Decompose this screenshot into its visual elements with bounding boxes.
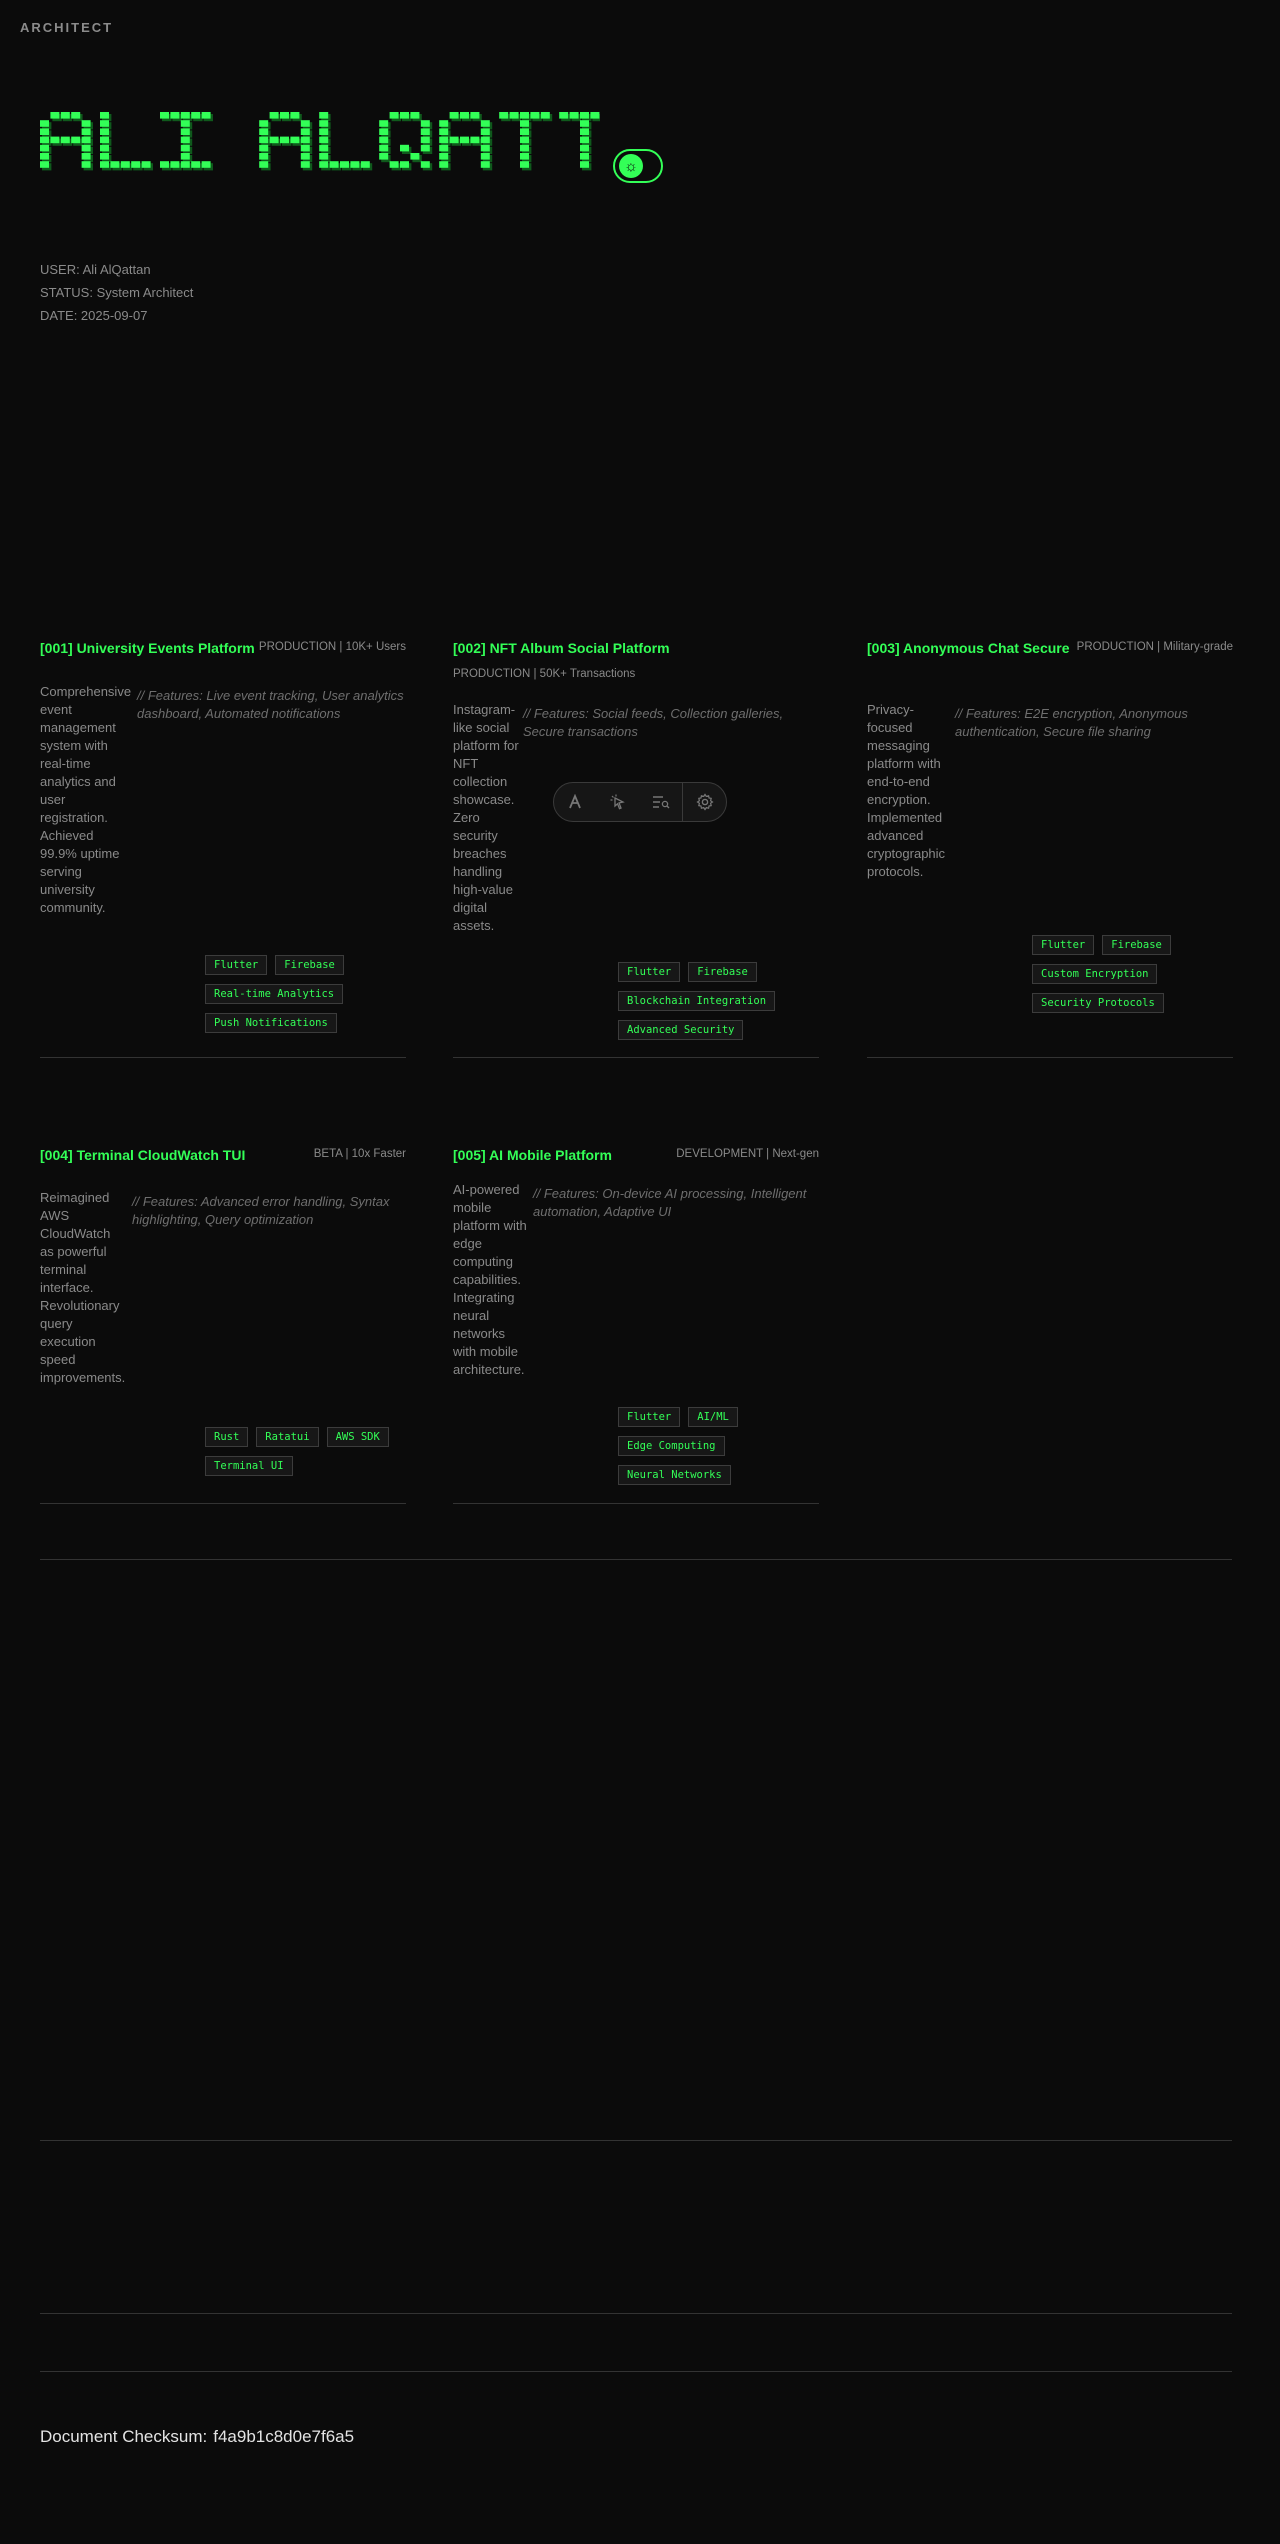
brand-label: ARCHITECT bbox=[20, 20, 114, 35]
tag: Neural Networks bbox=[618, 1465, 731, 1485]
card-divider bbox=[453, 1503, 819, 1504]
project-status: BETA | 10x Faster bbox=[313, 1148, 406, 1160]
tag: Advanced Security bbox=[618, 1020, 744, 1040]
project-status: PRODUCTION | 50K+ Transactions bbox=[453, 668, 636, 680]
project-description: Reimagined AWS CloudWatch as powerful te… bbox=[40, 1190, 126, 1385]
project-card-004: [004] Terminal CloudWatch TUI BETA | 10x… bbox=[40, 1147, 406, 1507]
project-status: PRODUCTION | 10K+ Users bbox=[258, 641, 406, 653]
document-checksum: Document Checksum: f4a9b1c8d0e7f6a5 bbox=[40, 2427, 354, 2447]
project-title[interactable]: [003] Anonymous Chat Secure bbox=[867, 640, 1070, 656]
tag: Real-time Analytics bbox=[205, 984, 344, 1004]
card-divider bbox=[867, 1057, 1233, 1058]
meta-block: USER: Ali AlQattan STATUS: System Archit… bbox=[40, 258, 193, 327]
settings-gear-icon[interactable] bbox=[683, 783, 726, 821]
checksum-value: f4a9b1c8d0e7f6a5 bbox=[213, 2427, 355, 2446]
project-status: PRODUCTION | Military-grade bbox=[1076, 641, 1233, 653]
project-card-003: [003] Anonymous Chat Secure PRODUCTION |… bbox=[867, 640, 1233, 1060]
project-description: Privacy-focused messaging platform with … bbox=[867, 702, 946, 879]
hero-title bbox=[40, 112, 600, 174]
card-divider bbox=[40, 1057, 406, 1058]
project-tags: Flutter Firebase Real-time Analytics Pus… bbox=[205, 955, 405, 1033]
tag: AWS SDK bbox=[326, 1427, 389, 1447]
tag: AI/ML bbox=[688, 1407, 738, 1427]
project-title[interactable]: [005] AI Mobile Platform bbox=[453, 1147, 612, 1163]
tag: Flutter bbox=[205, 955, 268, 975]
tag: Firebase bbox=[1102, 935, 1171, 955]
tag: Ratatui bbox=[256, 1427, 319, 1447]
tag: Flutter bbox=[618, 962, 681, 982]
project-title[interactable]: [001] University Events Platform bbox=[40, 640, 255, 656]
meta-date: DATE: 2025-09-07 bbox=[40, 308, 148, 323]
inspect-list-icon[interactable] bbox=[640, 783, 683, 821]
project-description: Comprehensive event management system wi… bbox=[40, 684, 132, 915]
project-features: // Features: Social feeds, Collection ga… bbox=[523, 706, 784, 739]
project-features: // Features: Live event tracking, User a… bbox=[137, 688, 404, 721]
tag: Firebase bbox=[688, 962, 757, 982]
project-status: DEVELOPMENT | Next-gen bbox=[676, 1148, 819, 1160]
project-features: // Features: On-device AI processing, In… bbox=[533, 1186, 807, 1219]
tag: Firebase bbox=[275, 955, 344, 975]
section-divider bbox=[40, 2140, 1232, 2141]
cursor-select-icon[interactable] bbox=[597, 783, 640, 821]
project-title[interactable]: [002] NFT Album Social Platform bbox=[453, 640, 670, 656]
project-tags: Flutter Firebase Blockchain Integration … bbox=[618, 962, 808, 1040]
tag: Edge Computing bbox=[618, 1436, 725, 1456]
project-tags: Flutter Firebase Custom Encryption Secur… bbox=[1032, 935, 1222, 1013]
logo-icon[interactable] bbox=[554, 783, 597, 821]
section-divider bbox=[40, 2371, 1232, 2372]
project-title[interactable]: [004] Terminal CloudWatch TUI bbox=[40, 1147, 245, 1163]
section-divider bbox=[40, 1559, 1232, 1560]
tag: Rust bbox=[205, 1427, 249, 1447]
project-card-001: [001] University Events Platform PRODUCT… bbox=[40, 640, 406, 1060]
card-divider bbox=[453, 1057, 819, 1058]
project-tags: Flutter AI/ML Edge Computing Neural Netw… bbox=[618, 1407, 808, 1485]
floating-toolbar bbox=[553, 782, 727, 822]
card-divider bbox=[40, 1503, 406, 1504]
section-divider bbox=[40, 2313, 1232, 2314]
meta-user: USER: Ali AlQattan bbox=[40, 262, 151, 277]
tag: Push Notifications bbox=[205, 1013, 337, 1033]
tag: Flutter bbox=[618, 1407, 681, 1427]
tag: Flutter bbox=[1032, 935, 1095, 955]
project-card-002: [002] NFT Album Social Platform PRODUCTI… bbox=[453, 640, 819, 1060]
meta-status: STATUS: System Architect bbox=[40, 285, 194, 300]
tag: Security Protocols bbox=[1032, 993, 1164, 1013]
project-card-005: [005] AI Mobile Platform DEVELOPMENT | N… bbox=[453, 1147, 819, 1507]
project-tags: Rust Ratatui AWS SDK Terminal UI bbox=[205, 1427, 405, 1476]
project-features: // Features: Advanced error handling, Sy… bbox=[132, 1194, 390, 1227]
tag: Custom Encryption bbox=[1032, 964, 1158, 984]
project-features: // Features: E2E encryption, Anonymous a… bbox=[955, 706, 1188, 739]
sun-icon: ☼ bbox=[619, 154, 643, 178]
theme-toggle[interactable]: ☼ bbox=[613, 149, 663, 183]
tag: Blockchain Integration bbox=[618, 991, 776, 1011]
project-description: AI-powered mobile platform with edge com… bbox=[453, 1182, 527, 1377]
tag: Terminal UI bbox=[205, 1456, 293, 1476]
checksum-label: Document Checksum: bbox=[40, 2427, 208, 2446]
project-description: Instagram-like social platform for NFT c… bbox=[453, 702, 519, 933]
